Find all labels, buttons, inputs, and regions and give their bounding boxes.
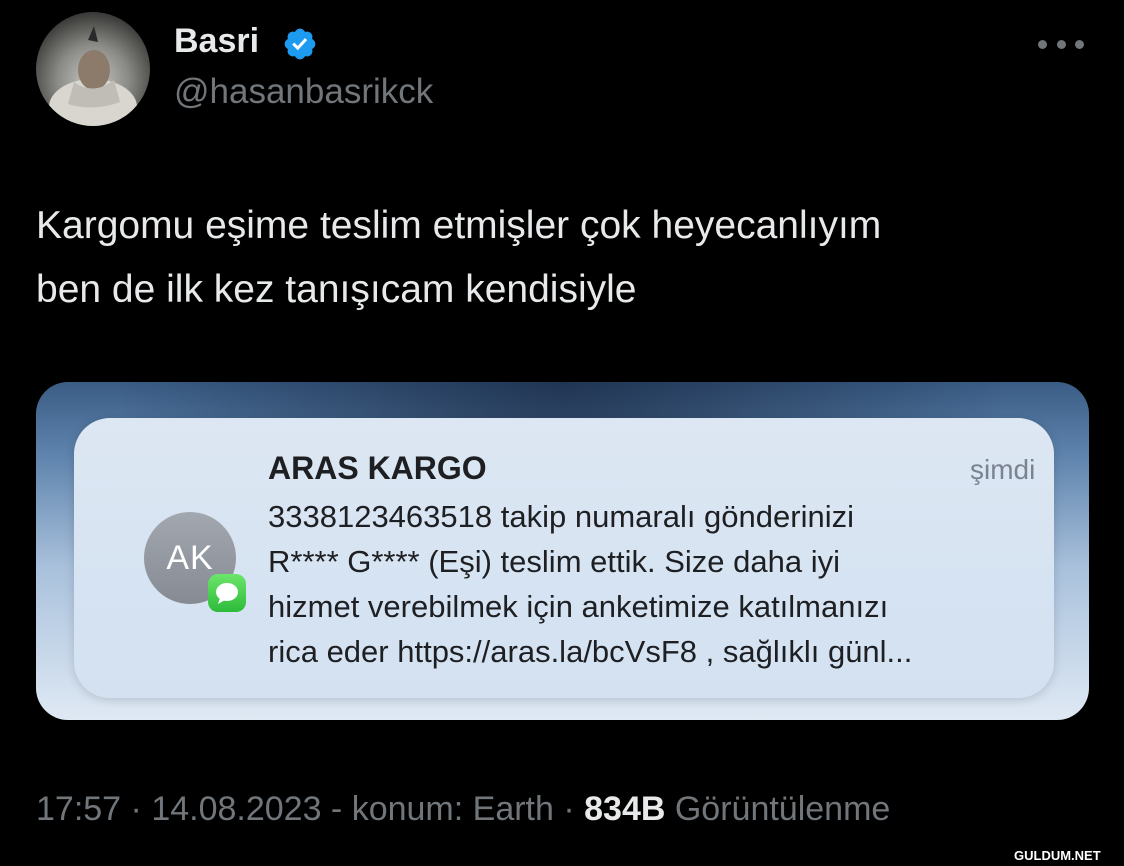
more-options-button[interactable]: [1034, 24, 1088, 64]
sms-notification-card: AK ARAS KARGO şimdi 3338123463518 takip …: [74, 418, 1054, 698]
more-horizontal-icon: [1038, 39, 1047, 49]
more-horizontal-icon-dot: [1056, 39, 1066, 49]
display-name[interactable]: Basri: [174, 22, 259, 61]
notification-sender: ARAS KARGO: [268, 450, 487, 486]
notification-body-line: R**** G**** (Eşi) teslim ettik. Size dah…: [268, 544, 840, 579]
verified-badge-icon: [284, 28, 316, 60]
messages-app-icon: [208, 574, 246, 612]
views-label: Görüntülenme: [665, 790, 891, 828]
tweet-text-line: ben de ilk kez tanışıcam kendisiyle: [36, 268, 637, 311]
meta-separator: ·: [121, 790, 152, 828]
tweet-media-image[interactable]: AK ARAS KARGO şimdi 3338123463518 takip …: [36, 382, 1089, 720]
speech-bubble-icon: [216, 583, 238, 604]
tweet-date[interactable]: 14.08.2023: [151, 790, 321, 828]
tweet-text: Kargomu eşime teslim etmişler çok heyeca…: [36, 194, 1086, 322]
avatar[interactable]: [36, 12, 150, 126]
notification-body-line: hizmet verebilmek için anketimize katılm…: [268, 589, 889, 624]
notification-time: şimdi: [970, 454, 1036, 485]
user-handle[interactable]: @hasanbasrikck: [174, 72, 433, 112]
tweet-location: - konum: Earth: [321, 790, 554, 828]
notification-body-line: 3338123463518 takip numaralı gönderinizi: [268, 499, 854, 534]
watermark: GULDUM.NET: [1014, 848, 1101, 863]
tweet-meta: 17:57 · 14.08.2023 - konum: Earth · 834B…: [36, 790, 890, 829]
tweet-text-line: Kargomu eşime teslim etmişler çok heyeca…: [36, 204, 882, 247]
tweet-time[interactable]: 17:57: [36, 790, 121, 828]
meta-separator: ·: [553, 790, 585, 828]
views-count[interactable]: 834B: [584, 790, 665, 828]
notification-body-line: rica eder https://aras.la/bcVsF8 , sağlı…: [268, 634, 913, 669]
avatar-photo: [49, 26, 137, 126]
notification-body: 3338123463518 takip numaralı gönderinizi…: [268, 494, 1028, 674]
more-horizontal-icon-dot: [1075, 39, 1084, 49]
